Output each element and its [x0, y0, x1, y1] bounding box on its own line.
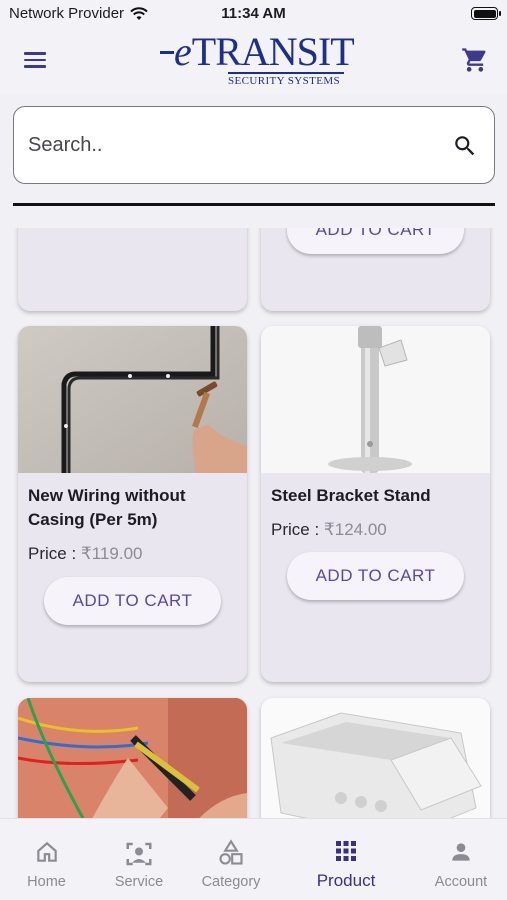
product-card[interactable] — [261, 698, 490, 818]
grid-icon — [336, 841, 356, 861]
nav-service[interactable]: Service — [93, 819, 185, 900]
app-bar: e TRANSIT SECURITY SYSTEMS — [0, 28, 507, 94]
product-image[interactable] — [261, 698, 490, 818]
nav-product-label: Product — [316, 871, 376, 890]
product-image[interactable] — [18, 326, 247, 473]
product-card[interactable]: New Wiring without Casing (Per 5m) Price… — [18, 326, 247, 682]
price-amount: ₹119.00 — [80, 544, 143, 563]
home-icon — [36, 841, 57, 862]
nav-home-label: Home — [27, 874, 66, 890]
product-image[interactable] — [261, 326, 490, 473]
service-person-icon — [126, 842, 152, 866]
price-label: Price : — [28, 544, 77, 563]
product-name: Steel Bracket Stand — [271, 486, 431, 505]
product-price: Price : ₹119.00 — [28, 544, 142, 564]
product-price: Price : ₹124.00 — [271, 520, 387, 540]
brand-logo: e TRANSIT SECURITY SYSTEMS — [160, 29, 355, 90]
logo-underline — [228, 72, 344, 74]
product-name: New Wiring without Casing (Per 5m) — [28, 486, 186, 529]
product-image[interactable] — [18, 698, 247, 818]
logo-e: e — [174, 29, 192, 74]
search-box — [13, 106, 495, 184]
nav-account[interactable]: Account — [415, 819, 507, 900]
account-icon — [452, 843, 470, 861]
add-to-cart-button[interactable]: ADD TO CART — [44, 577, 221, 625]
nav-product[interactable]: Product — [300, 819, 392, 900]
product-card[interactable]: Steel Bracket Stand Price : ₹124.00 ADD … — [261, 326, 490, 682]
nav-category[interactable]: Category — [185, 819, 277, 900]
logo-subtitle: SECURITY SYSTEMS — [228, 75, 341, 87]
logo-dash — [160, 51, 174, 54]
shopping-cart-icon[interactable] — [461, 46, 489, 74]
nav-account-label: Account — [434, 874, 488, 890]
add-to-cart-button[interactable]: ADD TO CART — [287, 228, 464, 254]
logo-name: TRANSIT — [191, 29, 355, 74]
hamburger-menu-icon[interactable] — [22, 48, 48, 74]
search-divider — [13, 203, 495, 206]
price-amount: ₹124.00 — [323, 520, 387, 539]
search-icon[interactable] — [452, 133, 478, 159]
nav-service-label: Service — [114, 874, 164, 890]
status-bar: Network Provider 11:34 AM — [0, 0, 507, 28]
nav-home[interactable]: Home — [0, 819, 93, 900]
bottom-navigation: Home Service Category Product Account — [0, 818, 507, 900]
price-label: Price : — [271, 520, 320, 539]
product-card[interactable] — [18, 698, 247, 818]
status-time: 11:34 AM — [221, 5, 286, 22]
category-shapes-icon — [219, 839, 243, 865]
product-card[interactable]: ADD TO CART — [261, 228, 490, 311]
add-to-cart-button[interactable]: ADD TO CART — [287, 552, 464, 600]
product-grid[interactable]: ADD TO CART New Wiring without Casing (P… — [0, 228, 507, 818]
product-card[interactable] — [18, 228, 247, 311]
nav-category-label: Category — [201, 874, 261, 890]
battery-icon — [471, 7, 501, 20]
search-input[interactable] — [28, 127, 428, 163]
